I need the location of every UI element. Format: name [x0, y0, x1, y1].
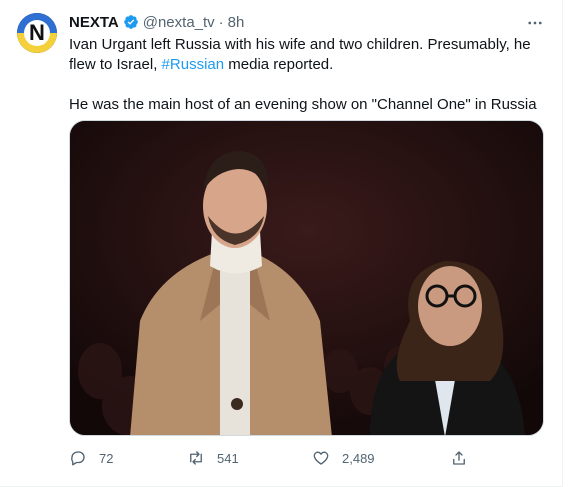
avatar-logo: N	[24, 20, 50, 46]
reply-button[interactable]: 72	[69, 446, 113, 470]
retweet-icon	[190, 451, 202, 465]
share-button[interactable]	[450, 446, 468, 470]
reply-count: 72	[99, 450, 114, 466]
tweet-card[interactable]: N NEXTA @nexta_tv · 8h Ivan Urgant left …	[0, 0, 563, 487]
heart-icon	[313, 451, 329, 465]
page-margin	[563, 0, 581, 487]
header-separator: ·	[218, 13, 224, 31]
tweet-actions: 72 541 2,489	[69, 446, 549, 470]
tweet-timestamp[interactable]: 8h	[228, 14, 245, 31]
like-button[interactable]: 2,489	[312, 446, 375, 470]
tweet-photo[interactable]	[69, 120, 544, 436]
tweet-paragraph-1: Ivan Urgant left Russia with his wife an…	[69, 35, 549, 75]
photo-illustration	[70, 121, 543, 435]
author-name[interactable]: NEXTA	[69, 14, 119, 31]
tweet-header: NEXTA @nexta_tv · 8h	[69, 12, 244, 32]
more-options-icon[interactable]	[522, 10, 548, 36]
hashtag-link[interactable]: #Russian	[162, 56, 225, 73]
reply-icon	[71, 451, 85, 466]
verified-badge-icon	[123, 14, 139, 30]
tweet-paragraph-2: He was the main host of an evening show …	[69, 96, 537, 113]
text-part: media reported.	[224, 56, 334, 73]
like-count: 2,489	[342, 450, 375, 466]
retweet-count: 541	[217, 450, 239, 466]
tweet-text: Ivan Urgant left Russia with his wife an…	[69, 35, 549, 115]
share-icon	[453, 451, 465, 465]
retweet-button[interactable]: 541	[187, 446, 239, 470]
author-handle[interactable]: @nexta_tv	[143, 14, 215, 31]
avatar[interactable]: N	[17, 13, 57, 53]
